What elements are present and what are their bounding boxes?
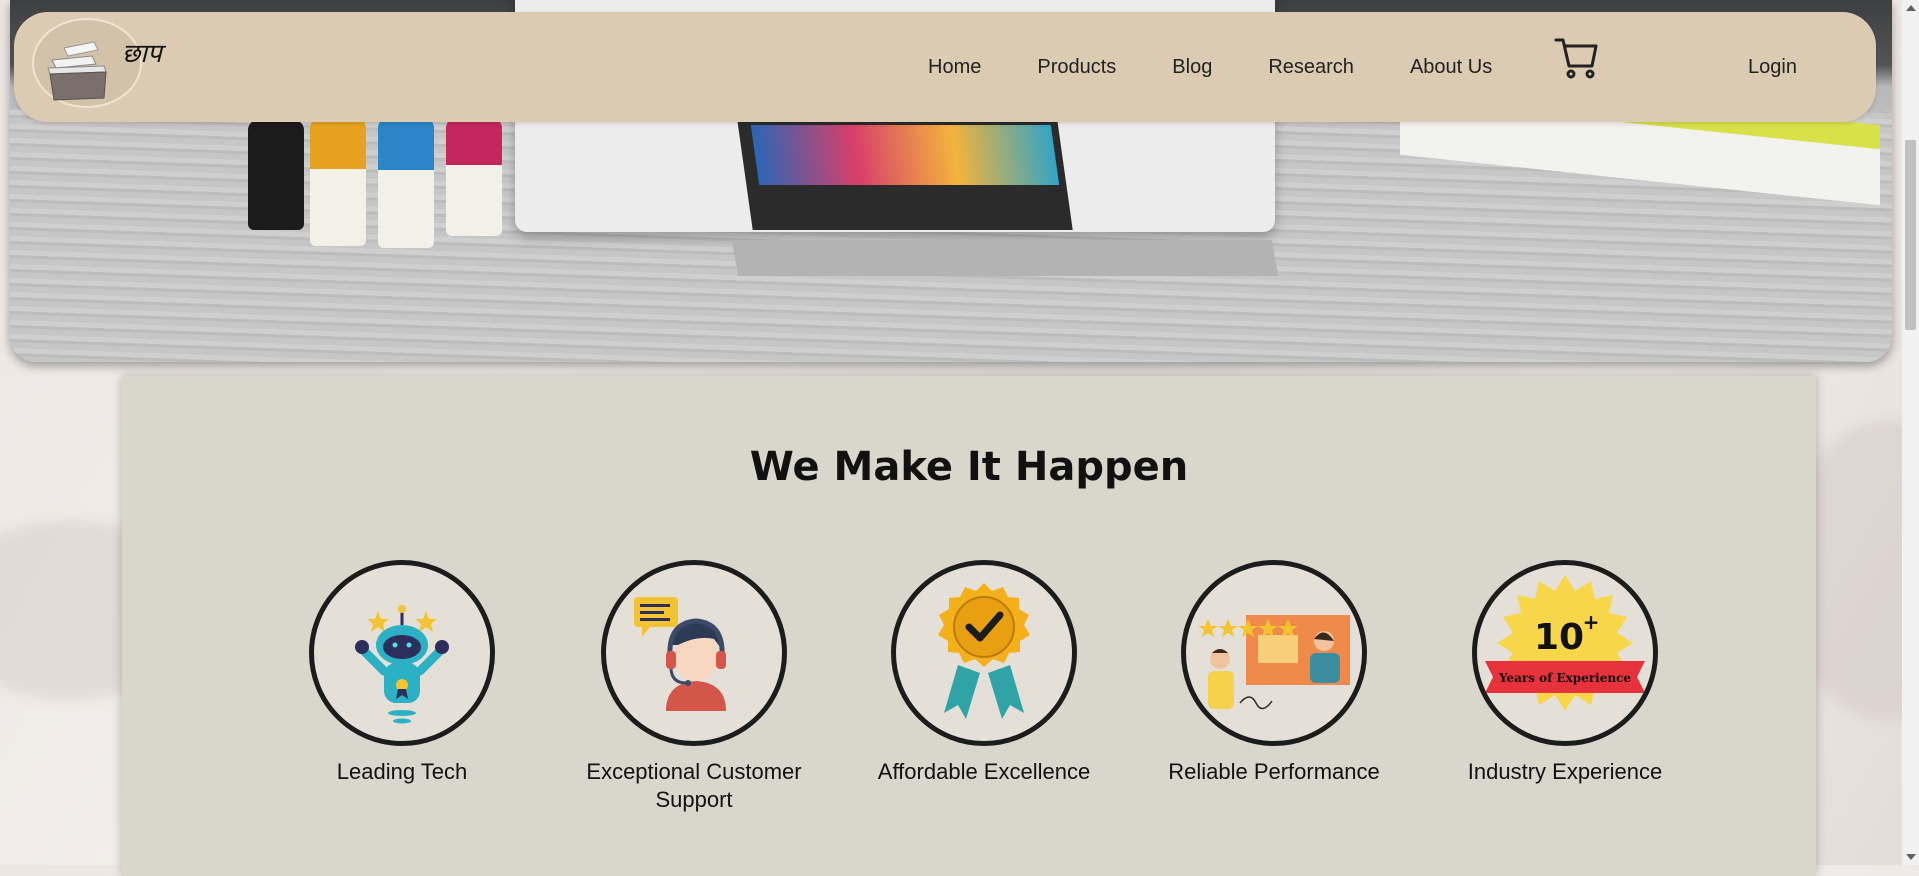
printed-paper — [750, 125, 1060, 185]
feature-label: Reliable Performance — [1168, 759, 1380, 784]
section-title: We Make It Happen — [749, 444, 1189, 490]
robot-icon — [309, 560, 495, 746]
feature-customer-support: Exceptional Customer Support — [564, 560, 824, 814]
ink-bottle-black — [248, 120, 304, 230]
feature-label: Leading Tech — [336, 759, 468, 784]
logo-text: छाप — [122, 39, 162, 69]
feature-industry-experience: 10 + Years of Experience Industry Experi… — [1435, 560, 1695, 786]
login-link[interactable]: Login — [1748, 56, 1797, 79]
feature-label: Exceptional Customer Support — [586, 759, 802, 812]
ink-bottle-cyan — [378, 118, 434, 248]
features-section: We Make It Happen Leading Tech Exception… — [122, 376, 1816, 876]
page-scrollbar[interactable] — [1902, 0, 1919, 865]
years-experience-badge-icon: 10 + Years of Experience — [1472, 560, 1658, 746]
nav-link-home[interactable]: Home — [928, 56, 981, 79]
nav-link-about-us[interactable]: About Us — [1410, 56, 1492, 79]
badge-text: Years of Experience — [1498, 671, 1631, 685]
badge-number: 10 — [1534, 617, 1584, 658]
feature-leading-tech: Leading Tech — [272, 560, 532, 786]
feature-label: Affordable Excellence — [877, 759, 1091, 784]
badge-sup: + — [1583, 610, 1600, 634]
nav-link-research[interactable]: Research — [1268, 56, 1354, 79]
printer-tray — [731, 240, 1279, 276]
shopping-cart-icon[interactable] — [1552, 32, 1600, 82]
nav-link-blog[interactable]: Blog — [1172, 56, 1212, 79]
nav-links: Home Products Blog Research About Us — [928, 12, 1548, 122]
ink-bottle-magenta — [446, 118, 502, 236]
logo[interactable]: छाप — [32, 18, 162, 108]
feature-affordable-excellence: Affordable Excellence — [854, 560, 1114, 786]
navbar: छाप Home Products Blog Research About Us… — [14, 12, 1876, 122]
best-price-badge-icon — [891, 560, 1077, 746]
ink-bottle-yellow — [310, 118, 366, 246]
scroll-down-icon[interactable] — [1906, 854, 1916, 860]
support-headset-icon — [601, 560, 787, 746]
feature-reliable-performance: Reliable Performance — [1144, 560, 1404, 786]
scroll-thumb[interactable] — [1905, 140, 1916, 330]
rating-review-icon — [1181, 560, 1367, 746]
nav-link-products[interactable]: Products — [1037, 56, 1116, 79]
feature-label: Industry Experience — [1467, 759, 1663, 784]
scroll-up-icon[interactable] — [1906, 5, 1916, 11]
